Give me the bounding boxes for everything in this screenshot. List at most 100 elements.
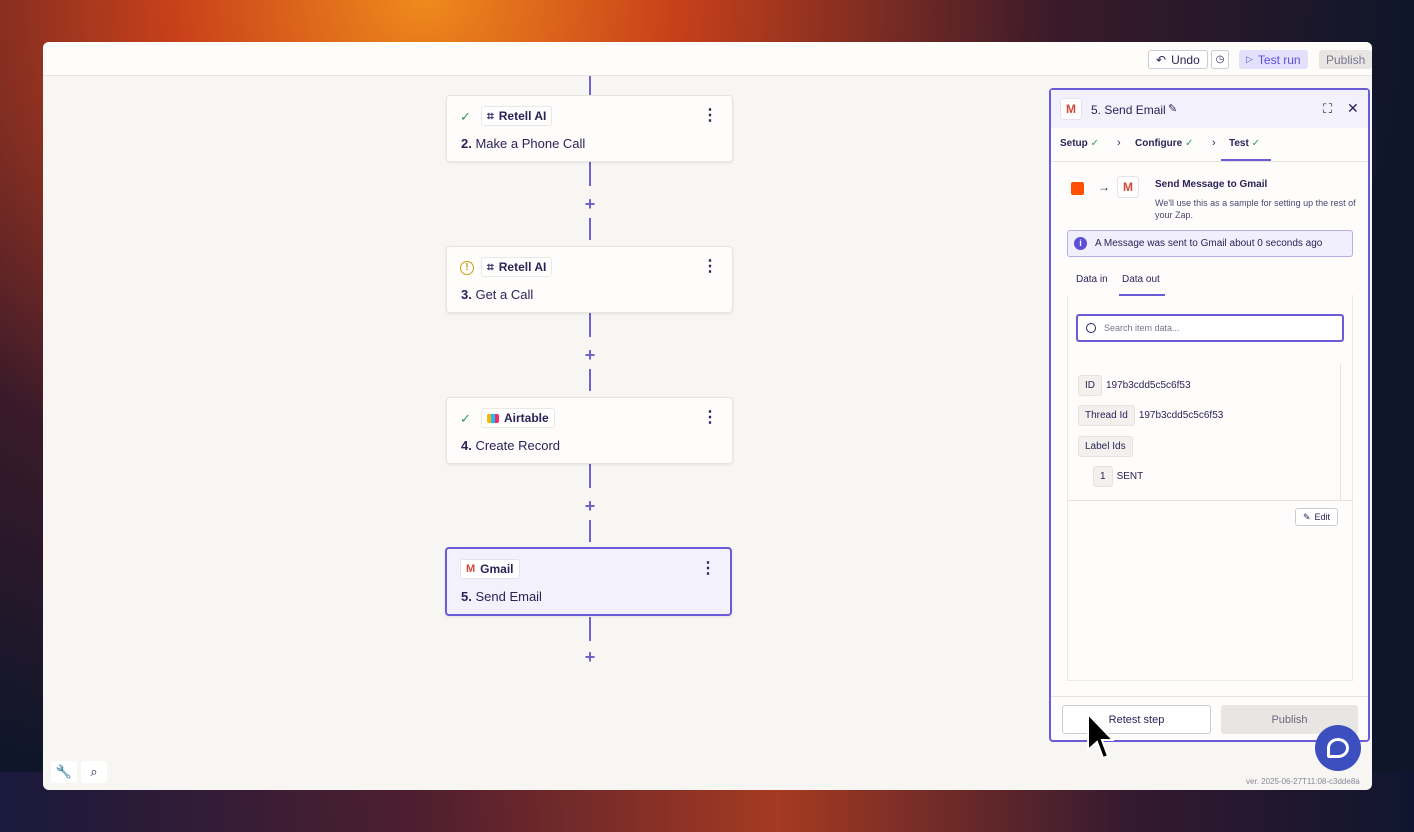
divider <box>1067 500 1353 501</box>
publish-top-label: Publish <box>1326 52 1366 67</box>
search-icon <box>1086 323 1096 333</box>
panel-header: M 5. Send Email ✎ ⛶ ✕ <box>1051 90 1368 128</box>
retell-ai-icon: ⌗ <box>487 259 494 274</box>
connector-line <box>589 617 591 641</box>
tab-test[interactable]: Test ✓ <box>1229 138 1260 149</box>
step-title: 2. Make a Phone Call <box>461 136 586 151</box>
tab-data-out[interactable]: Data out <box>1122 274 1160 285</box>
check-icon: ✓ <box>460 411 471 426</box>
edit-button[interactable]: ✎ Edit <box>1295 508 1339 526</box>
gmail-icon: M <box>466 563 476 575</box>
gmail-icon: M <box>1117 176 1139 198</box>
version-text: ver. 2025-06-27T11:08-c3dde8a <box>1246 777 1360 786</box>
publish-label: Publish <box>1271 713 1308 726</box>
check-icon: ✓ <box>1185 138 1194 149</box>
divider <box>1051 696 1368 697</box>
send-title: Send Message to Gmail <box>1155 179 1268 190</box>
edit-label: Edit <box>1314 512 1331 522</box>
more-options-icon[interactable]: ⋮ <box>702 108 718 124</box>
chat-icon <box>1327 738 1349 758</box>
pencil-icon[interactable]: ✎ <box>1168 102 1177 115</box>
undo-icon: ↶ <box>1156 52 1167 67</box>
connector-line <box>589 464 591 488</box>
connector-line <box>589 218 591 240</box>
tab-data-in[interactable]: Data in <box>1076 274 1108 285</box>
chevron-right-icon: › <box>1117 137 1121 149</box>
add-step-button[interactable]: + <box>582 195 598 213</box>
step-title: 3. Get a Call <box>461 287 534 302</box>
wrench-icon[interactable]: 🔧 <box>51 761 77 783</box>
app-chip: ⌗ Retell AI <box>481 257 553 277</box>
scrollbar[interactable] <box>1340 364 1341 500</box>
success-info-bar: i A Message was sent to Gmail about 0 se… <box>1067 230 1353 257</box>
data-field-label-ids[interactable]: Label Ids <box>1078 436 1133 457</box>
undo-label: Undo <box>1171 52 1200 67</box>
data-field-label-1: 1 SENT <box>1093 466 1143 487</box>
search-placeholder: Search item data... <box>1104 323 1180 333</box>
chat-support-button[interactable] <box>1315 725 1361 771</box>
gmail-icon: M <box>1060 98 1082 120</box>
step-card-4[interactable]: ✓ Airtable 4. Create Record ⋮ <box>446 397 733 464</box>
expand-icon[interactable]: ⛶ <box>1323 101 1332 117</box>
connector-line <box>589 76 591 95</box>
retest-step-button[interactable]: Retest step <box>1062 705 1211 734</box>
check-icon: ✓ <box>1090 138 1099 149</box>
step-card-5[interactable]: M Gmail 5. Send Email ⋮ <box>445 547 732 616</box>
add-step-button[interactable]: + <box>582 346 598 364</box>
test-run-button[interactable]: ▷ Test run <box>1239 50 1308 69</box>
add-step-button[interactable]: + <box>582 648 598 666</box>
publish-top-button[interactable]: Publish <box>1319 50 1372 69</box>
tab-configure[interactable]: Configure ✓ <box>1135 138 1193 149</box>
connector-line <box>589 162 591 186</box>
close-icon[interactable]: ✕ <box>1347 100 1359 117</box>
app-name: Gmail <box>480 562 514 576</box>
zapier-icon <box>1071 182 1084 195</box>
play-icon: ▷ <box>1246 54 1253 64</box>
chevron-right-icon: › <box>1212 137 1216 149</box>
app-name: Retell AI <box>498 260 547 274</box>
history-icon: ◷ <box>1215 54 1225 65</box>
airtable-icon <box>487 413 499 423</box>
send-subtitle: We'll use this as a sample for setting u… <box>1155 198 1356 220</box>
app-chip: ⌗ Retell AI <box>481 106 553 126</box>
data-field-thread-id: Thread Id 197b3cdd5c5c6f53 <box>1078 405 1223 426</box>
top-toolbar: ↶ Undo ◷ ▷ Test run Publish <box>43 42 1372 76</box>
data-field-id: ID 197b3cdd5c5c6f53 <box>1078 375 1191 396</box>
more-options-icon[interactable]: ⋮ <box>702 259 718 275</box>
app-name: Retell AI <box>498 109 547 123</box>
search-icon[interactable]: ⌕ <box>81 761 107 783</box>
mouse-cursor-icon <box>1087 712 1114 760</box>
arrow-right-icon: → <box>1098 180 1110 194</box>
check-icon: ✓ <box>460 109 471 124</box>
step-card-3[interactable]: ! ⌗ Retell AI 3. Get a Call ⋮ <box>446 246 733 313</box>
app-name: Airtable <box>504 411 549 425</box>
canvas-tools: 🔧 ⌕ <box>51 761 107 783</box>
data-output-box <box>1067 295 1353 681</box>
more-options-icon[interactable]: ⋮ <box>702 410 718 426</box>
zap-editor-window: ↶ Undo ◷ ▷ Test run Publish + + + + ✓ ⌗ … <box>43 42 1372 790</box>
add-step-button[interactable]: + <box>582 497 598 515</box>
undo-button[interactable]: ↶ Undo <box>1148 50 1208 69</box>
connector-line <box>589 520 591 542</box>
more-options-icon[interactable]: ⋮ <box>700 561 716 577</box>
tab-setup[interactable]: Setup ✓ <box>1060 138 1099 149</box>
connector-line <box>589 313 591 337</box>
warning-icon: ! <box>460 261 474 275</box>
step-title: 4. Create Record <box>461 438 561 453</box>
panel-tabs: Setup ✓ › Configure ✓ › Test ✓ <box>1051 128 1368 162</box>
info-message: A Message was sent to Gmail about 0 seco… <box>1095 238 1323 249</box>
step-card-2[interactable]: ✓ ⌗ Retell AI 2. Make a Phone Call ⋮ <box>446 95 733 162</box>
test-run-label: Test run <box>1257 52 1301 67</box>
retest-label: Retest step <box>1108 713 1165 726</box>
step-detail-panel: M 5. Send Email ✎ ⛶ ✕ Setup ✓ › Configur… <box>1049 88 1370 742</box>
check-icon: ✓ <box>1251 138 1260 149</box>
version-history-button[interactable]: ◷ <box>1211 50 1229 69</box>
panel-title: 5. Send Email <box>1091 103 1166 117</box>
info-icon: i <box>1074 237 1087 250</box>
retell-ai-icon: ⌗ <box>487 108 494 123</box>
app-chip: Airtable <box>481 408 555 428</box>
step-title: 5. Send Email <box>461 589 542 604</box>
connector-line <box>589 369 591 391</box>
search-input[interactable]: Search item data... <box>1076 314 1344 342</box>
active-tab-indicator <box>1221 159 1271 161</box>
